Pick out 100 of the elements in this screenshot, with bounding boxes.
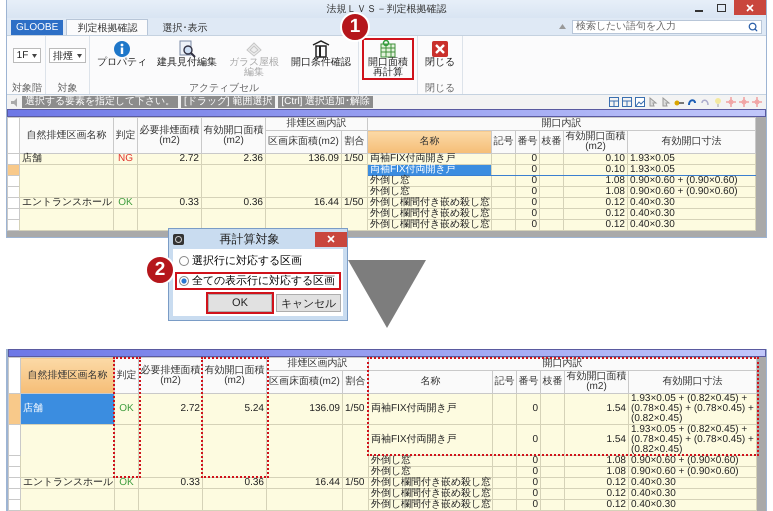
row-header[interactable]	[8, 220, 20, 230]
table-cell: 1.93×0.05	[628, 154, 756, 164]
table-cell: 店舗	[20, 154, 114, 164]
row-header[interactable]	[8, 424, 20, 456]
row-header[interactable]	[8, 186, 20, 198]
minimize-icon	[695, 10, 703, 12]
grid-icon[interactable]	[609, 97, 619, 107]
ribbon-button[interactable]: 建具見付編集	[153, 38, 221, 70]
row-header[interactable]	[8, 154, 20, 164]
dropdown[interactable]: 排煙	[49, 48, 86, 63]
row-header[interactable]	[8, 456, 20, 466]
hint-label: 選択する要素を指定して下さい。	[22, 96, 178, 108]
search-icon[interactable]	[748, 22, 758, 32]
column-header: 枝番	[540, 130, 564, 154]
table-cell[interactable]: 外倒し窓	[368, 176, 492, 186]
column-header: 有効開口面積(m2)	[564, 130, 628, 154]
table-cell: 16.44	[266, 478, 342, 488]
table-cell[interactable]: 外倒し窓	[368, 466, 492, 478]
table-cell	[492, 424, 516, 456]
table-cell	[492, 164, 516, 176]
row-header[interactable]	[8, 198, 20, 208]
table-cell[interactable]: 両袖FIX付両開き戸	[368, 394, 492, 424]
column-header: 番号	[516, 130, 540, 154]
speaker-icon	[11, 98, 19, 106]
table-cell[interactable]: 外倒し窓	[368, 186, 492, 198]
row-header[interactable]	[8, 500, 20, 510]
bulb-icon[interactable]	[713, 97, 723, 107]
table-cell[interactable]: 外倒し欄間付き嵌め殺し窓	[368, 478, 492, 488]
ribbon-tab[interactable]: 選択･表示	[151, 19, 218, 35]
radio-icon[interactable]	[179, 276, 189, 286]
move-icon[interactable]	[752, 97, 762, 107]
column-header: 番号	[516, 370, 540, 394]
table-cell: 0	[516, 176, 540, 186]
ribbon-button[interactable]: 開口面積再計算	[362, 38, 414, 80]
close-button[interactable]	[315, 232, 347, 246]
undo-icon[interactable]	[687, 97, 697, 107]
close-button[interactable]	[734, 0, 766, 15]
column-header: 区画床面積(m2)	[266, 370, 342, 394]
row-header[interactable]	[8, 488, 20, 500]
grid-icon[interactable]	[622, 97, 632, 107]
maximize-icon	[716, 4, 726, 12]
table-cell: 0.40×0.30	[628, 220, 756, 230]
row-header[interactable]	[8, 394, 20, 424]
table-cell	[138, 424, 202, 478]
table-cell[interactable]: 外倒し欄間付き嵌め殺し窓	[368, 220, 492, 230]
table-cell[interactable]: 外倒し窓	[368, 456, 492, 466]
row-header[interactable]	[8, 478, 20, 488]
table-cell[interactable]: 外倒し欄間付き嵌め殺し窓	[368, 500, 492, 510]
table-cell: 0	[516, 394, 540, 424]
image-icon[interactable]	[635, 97, 645, 107]
radio-icon[interactable]	[179, 256, 189, 266]
row-header[interactable]	[8, 164, 20, 176]
table-cell: 0.90×0.60 + (0.90×0.60)	[628, 466, 757, 478]
table-cell: 0.40×0.30	[628, 478, 757, 488]
row-header[interactable]	[8, 208, 20, 220]
table-cell: 1.54	[564, 394, 628, 424]
table-cell	[492, 478, 516, 488]
ribbon-button[interactable]: プロパティ	[93, 38, 151, 70]
table-cell	[540, 186, 564, 198]
table-cell: 16.44	[266, 198, 342, 208]
table-cell: 0	[516, 488, 540, 500]
corner-cell	[8, 118, 20, 154]
ribbon-tab[interactable]: 判定根拠確認	[66, 19, 148, 35]
table-cell	[492, 186, 516, 198]
table-cell: 0.36	[202, 478, 266, 488]
table-cell: 0	[516, 478, 540, 488]
table-cell: 0	[516, 456, 540, 466]
table-cell	[492, 198, 516, 208]
move-icon[interactable]	[739, 97, 749, 107]
table-cell: 1/50	[342, 154, 368, 164]
table-cell: 1.08	[564, 456, 628, 466]
table-cell: 0	[516, 154, 540, 164]
table-cell[interactable]: 外倒し欄間付き嵌め殺し窓	[368, 208, 492, 220]
table-cell	[540, 394, 564, 424]
table-cell[interactable]: 外倒し欄間付き嵌め殺し窓	[368, 198, 492, 208]
table-cell[interactable]: 両袖FIX付両開き戸	[368, 424, 492, 456]
table-cell: 0	[516, 164, 540, 176]
table-cell: 0	[516, 220, 540, 230]
table-cell: NG	[114, 154, 138, 164]
ribbon-button[interactable]: 閉じる	[421, 38, 459, 70]
radio-option[interactable]: 全ての表示行に対応する区画	[175, 272, 341, 290]
table-cell	[342, 164, 368, 198]
app-menu-button[interactable]: GLOOBE	[11, 20, 64, 35]
table-cell	[540, 478, 564, 488]
dropdown[interactable]: 1F	[12, 48, 42, 63]
table-cell[interactable]: 外倒し欄間付き嵌め殺し窓	[368, 488, 492, 500]
move-icon[interactable]	[726, 97, 736, 107]
radio-option[interactable]: 選択行に対応する区画	[175, 252, 341, 270]
table-cell	[540, 466, 564, 478]
collapse-ribbon-icon[interactable]	[559, 24, 566, 29]
dialog-button[interactable]: キャンセル	[276, 294, 341, 312]
table-cell	[202, 164, 266, 198]
row-header[interactable]	[8, 176, 20, 186]
group-label: 対象階	[12, 83, 42, 94]
column-header: 名称	[368, 370, 492, 394]
table-cell: 2.36	[202, 154, 266, 164]
row-header[interactable]	[8, 466, 20, 478]
dialog-button[interactable]: OK	[208, 294, 272, 312]
table-cell: 0.90×0.60 + (0.90×0.60)	[628, 456, 757, 466]
search-field[interactable]: 検索したい語句を入力	[572, 20, 762, 34]
